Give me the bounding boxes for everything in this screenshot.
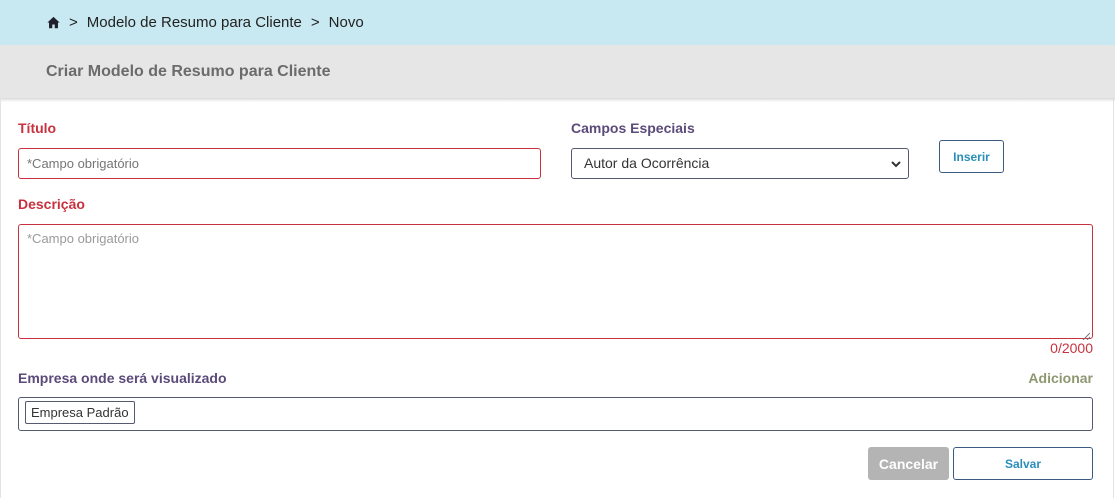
cancel-button[interactable]: Cancelar	[868, 447, 949, 480]
description-label: Descrição	[18, 196, 85, 212]
title-label: Título	[18, 120, 57, 136]
title-bar-shadow	[1, 98, 1115, 102]
company-label: Empresa onde será visualizado	[18, 370, 227, 386]
company-tag[interactable]: Empresa Padrão	[25, 401, 135, 424]
special-fields-label: Campos Especiais	[571, 120, 695, 136]
save-button[interactable]: Salvar	[953, 447, 1093, 480]
page-title-bar: Criar Modelo de Resumo para Cliente	[0, 45, 1115, 98]
home-icon[interactable]	[47, 16, 60, 29]
breadcrumb-separator: >	[69, 14, 78, 31]
description-placeholder: *Campo obrigatório	[27, 231, 140, 246]
breadcrumb: > Modelo de Resumo para Cliente > Novo	[0, 0, 1115, 45]
special-fields-selected: Autor da Ocorrência	[584, 155, 710, 171]
breadcrumb-separator: >	[310, 14, 320, 31]
description-textarea[interactable]: *Campo obrigatório	[18, 224, 1093, 341]
resize-handle-icon[interactable]	[1082, 328, 1091, 341]
chevron-down-icon	[890, 157, 902, 169]
title-input[interactable]	[18, 148, 541, 179]
add-company-link[interactable]: Adicionar	[1028, 370, 1093, 386]
special-fields-select[interactable]: Autor da Ocorrência	[571, 148, 909, 179]
insert-button[interactable]: Inserir	[939, 140, 1004, 173]
page-title: Criar Modelo de Resumo para Cliente	[46, 62, 331, 80]
company-tag-input[interactable]: Empresa Padrão	[18, 397, 1093, 431]
description-char-counter: 0/2000	[1050, 340, 1093, 356]
breadcrumb-item-model[interactable]: Modelo de Resumo para Cliente	[87, 14, 302, 31]
breadcrumb-item-new: Novo	[328, 14, 364, 31]
